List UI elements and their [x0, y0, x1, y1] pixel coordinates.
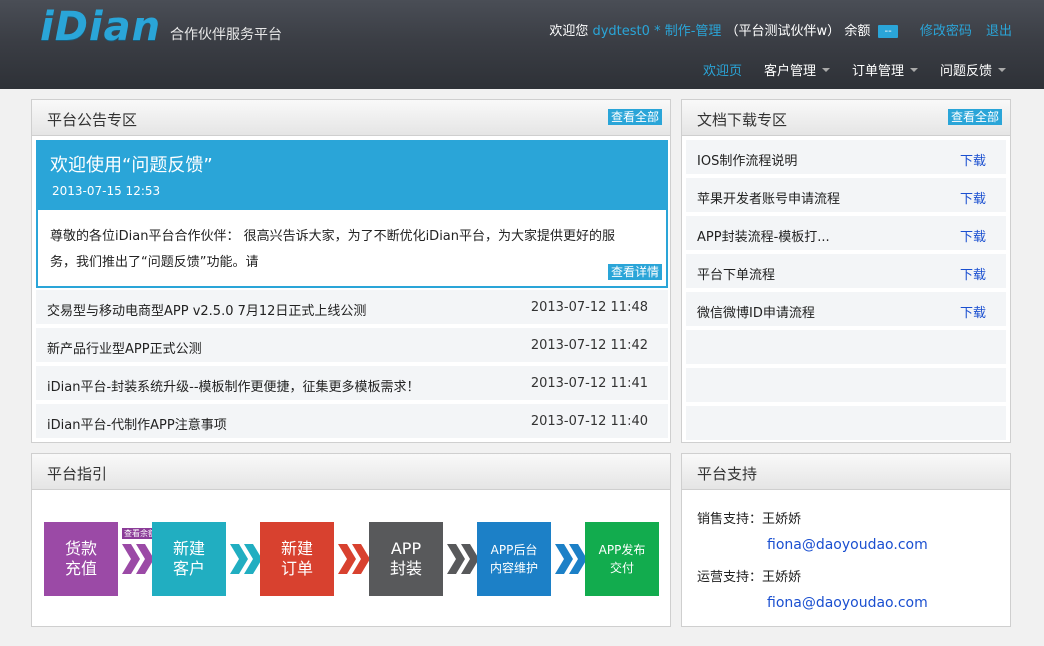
doc-title: IOS制作流程说明	[697, 154, 798, 169]
doc-title: 微信微博ID申请流程	[697, 306, 815, 321]
guide-step-recharge[interactable]: 货款 充值	[44, 522, 118, 596]
welcome-text: 欢迎您	[549, 24, 589, 39]
announcement-date: 2013-07-12 11:40	[530, 414, 648, 429]
download-link[interactable]: 下载	[960, 302, 986, 321]
nav-customer-management[interactable]: 客户管理	[764, 60, 830, 79]
empty-row	[686, 406, 1006, 442]
download-link[interactable]: 下载	[960, 150, 986, 169]
support-contacts: 销售支持：王娇娇 fiona@daoyoudao.com 运营支持：王娇娇 fi…	[697, 510, 928, 613]
announcement-date: 2013-07-12 11:42	[530, 338, 648, 353]
balance-badge: --	[878, 25, 898, 38]
nav-order-management[interactable]: 订单管理	[852, 60, 918, 79]
featured-date: 2013-07-15 12:53	[52, 184, 161, 198]
featured-title[interactable]: 欢迎使用“问题反馈”	[50, 151, 213, 177]
ops-support-label: 运营支持：王娇娇	[697, 570, 802, 585]
logo[interactable]: iDian	[40, 4, 161, 50]
download-link[interactable]: 下载	[960, 188, 986, 207]
logout-link[interactable]: 退出	[986, 24, 1012, 39]
docs-title: 文档下载专区	[697, 111, 788, 129]
doc-title: 苹果开发者账号申请流程	[697, 192, 841, 207]
list-item: IOS制作流程说明 下载	[686, 140, 1006, 176]
username: dydtest0	[592, 24, 650, 39]
list-item[interactable]: iDian平台-封装系统升级--模板制作更便捷，征集更多模板需求！ 2013-0…	[36, 366, 668, 402]
guide-step-new-order[interactable]: 新建 订单	[260, 522, 334, 596]
guide-step-app-package[interactable]: APP 封装	[369, 522, 443, 596]
guide-step-app-backend[interactable]: APP后台 内容维护	[477, 522, 551, 596]
featured-header: 欢迎使用“问题反馈” 2013-07-15 12:53	[38, 142, 666, 210]
main-nav: 欢迎页 客户管理 订单管理 问题反馈	[681, 60, 1006, 79]
announcement-title[interactable]: 交易型与移动电商型APP v2.5.0 7月12日正式上线公测	[47, 300, 366, 319]
nav-feedback[interactable]: 问题反馈	[940, 60, 1006, 79]
download-link[interactable]: 下载	[960, 264, 986, 283]
double-chevron-right-icon	[338, 544, 372, 574]
list-item[interactable]: 交易型与移动电商型APP v2.5.0 7月12日正式上线公测 2013-07-…	[36, 290, 668, 326]
docs-header: 文档下载专区 查看全部	[682, 100, 1010, 136]
nav-welcome[interactable]: 欢迎页	[703, 60, 742, 79]
user-bar: 欢迎您 dydtest0 * 制作-管理 （平台测试伙伴w） 余额 -- 修改密…	[549, 20, 1012, 39]
guide-step-label: 货款 充值	[64, 539, 97, 578]
guide-step-label: APP发布 交付	[598, 543, 646, 575]
ops-support-email[interactable]: fiona@daoyoudao.com	[767, 593, 928, 613]
chevron-down-icon	[821, 67, 830, 72]
double-chevron-right-icon	[122, 544, 156, 574]
announcement-title[interactable]: iDian平台-代制作APP注意事项	[47, 414, 227, 433]
guide-step-label: APP 封装	[389, 539, 422, 578]
balance-label: 余额	[844, 24, 871, 39]
list-item: 平台下单流程 下载	[686, 254, 1006, 290]
logo-subtitle: 合作伙伴服务平台	[170, 27, 282, 43]
chevron-down-icon	[998, 67, 1006, 72]
doc-title: APP封装流程-模板打...	[697, 230, 830, 245]
list-item: APP封装流程-模板打... 下载	[686, 216, 1006, 252]
double-chevron-right-icon	[447, 544, 481, 574]
nav-order-management-label: 订单管理	[851, 64, 904, 79]
nav-welcome-label: 欢迎页	[702, 64, 742, 79]
download-link[interactable]: 下载	[960, 226, 986, 245]
announcement-date: 2013-07-12 11:48	[530, 300, 648, 315]
sales-support-label: 销售支持：王娇娇	[697, 512, 802, 527]
empty-row	[686, 368, 1006, 404]
list-item: 苹果开发者账号申请流程 下载	[686, 178, 1006, 214]
docs-view-all-button[interactable]: 查看全部	[947, 109, 1002, 125]
list-item[interactable]: iDian平台-代制作APP注意事项 2013-07-12 11:40	[36, 404, 668, 440]
user-role: * 制作-管理	[654, 24, 722, 39]
announcement-date: 2013-07-12 11:41	[530, 376, 648, 391]
empty-row	[686, 330, 1006, 366]
guide-flow: 货款充值 查看余额 新建客户 新建订单 APP封装 APP后台内容维护	[44, 522, 660, 596]
double-chevron-right-icon	[555, 544, 589, 574]
announcements-view-all-button[interactable]: 查看全部	[607, 109, 662, 125]
guide-step-new-customer[interactable]: 新建 客户	[152, 522, 226, 596]
top-header: iDian 合作伙伴服务平台 欢迎您 dydtest0 * 制作-管理 （平台测…	[0, 0, 1044, 89]
featured-body: 尊敬的各位iDian平台合作伙伴： 很高兴告诉大家，为了不断优化iDian平台，…	[50, 229, 616, 270]
support-title: 平台支持	[697, 465, 758, 483]
announcements-panel: 平台公告专区 查看全部 欢迎使用“问题反馈” 2013-07-15 12:53 …	[31, 99, 671, 443]
announcement-title[interactable]: 新产品行业型APP正式公测	[47, 338, 202, 357]
nav-feedback-label: 问题反馈	[939, 64, 992, 79]
guide-step-label: 新建 订单	[280, 539, 313, 578]
announcements-header: 平台公告专区 查看全部	[32, 100, 670, 136]
guide-panel: 平台指引 货款 充值 查看余额 新建 客户 新建 订单 APP 封装 APP后台 内容维护	[31, 453, 671, 627]
featured-announcement[interactable]: 欢迎使用“问题反馈” 2013-07-15 12:53 尊敬的各位iDian平台…	[36, 140, 668, 288]
guide-step-label: APP后台 内容维护	[489, 543, 538, 575]
support-panel: 平台支持 销售支持：王娇娇 fiona@daoyoudao.com 运营支持：王…	[681, 453, 1011, 627]
list-item[interactable]: 新产品行业型APP正式公测 2013-07-12 11:42	[36, 328, 668, 364]
announcement-title[interactable]: iDian平台-封装系统升级--模板制作更便捷，征集更多模板需求！	[47, 376, 420, 395]
docs-panel: 文档下载专区 查看全部 IOS制作流程说明 下载 苹果开发者账号申请流程 下载 …	[681, 99, 1011, 443]
guide-step-app-publish[interactable]: APP发布 交付	[585, 522, 659, 596]
list-item: 微信微博ID申请流程 下载	[686, 292, 1006, 328]
support-header: 平台支持	[682, 454, 1010, 490]
guide-step-label: 新建 客户	[172, 539, 205, 578]
double-chevron-right-icon	[230, 544, 264, 574]
chevron-down-icon	[909, 67, 918, 72]
nav-customer-management-label: 客户管理	[763, 64, 816, 79]
doc-title: 平台下单流程	[697, 268, 776, 283]
change-password-link[interactable]: 修改密码	[920, 24, 972, 39]
announcements-title: 平台公告专区	[47, 111, 138, 129]
partner-name: （平台测试伙伴w）	[725, 24, 841, 39]
view-detail-button[interactable]: 查看详情	[607, 264, 662, 280]
guide-header: 平台指引	[32, 454, 670, 490]
sales-support-email[interactable]: fiona@daoyoudao.com	[767, 535, 928, 555]
guide-title: 平台指引	[47, 465, 108, 483]
